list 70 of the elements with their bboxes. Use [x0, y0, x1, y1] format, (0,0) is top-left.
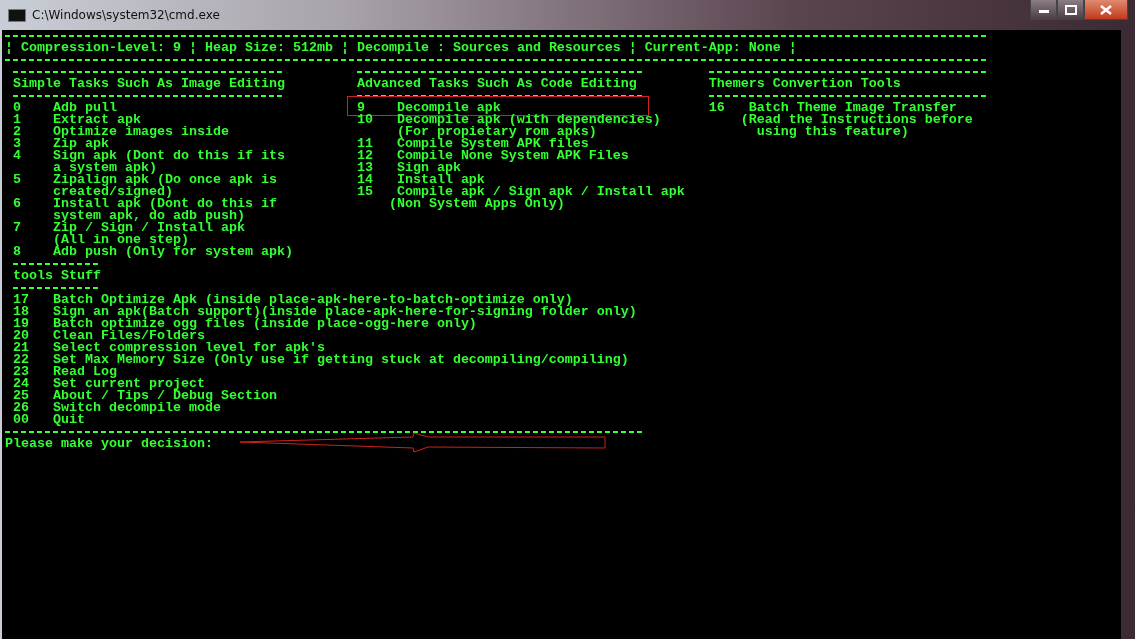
- option-number: 20: [13, 330, 30, 342]
- option-label: Select compression level for apk's: [52, 342, 325, 354]
- option-label: Compile System APK files: [396, 138, 589, 150]
- option-label: Optimize images inside: [52, 126, 229, 138]
- close-icon: [1100, 4, 1112, 15]
- maximize-button[interactable]: [1057, 0, 1084, 20]
- option-label: Set current project: [52, 378, 205, 390]
- console-icon: [8, 8, 26, 22]
- option-number: 8: [13, 246, 22, 258]
- option-label: Sign apk (Dont do this if its: [52, 150, 285, 162]
- minimize-button[interactable]: [1030, 0, 1057, 20]
- prompt-text: Please make your decision:: [5, 438, 213, 450]
- option-number: 19: [13, 318, 30, 330]
- section-title: Simple Tasks Such As Image Editing: [13, 76, 285, 91]
- option-label: Zipalign apk (Do once apk is: [52, 174, 277, 186]
- option-label: Batch Theme Image Transfer: [748, 102, 957, 114]
- option-number: 0: [13, 102, 22, 114]
- maximize-icon: [1064, 4, 1077, 15]
- option-label: Sign an apk(Batch support)(inside place-apk-here-for-signing folder only): [52, 306, 637, 318]
- option-label: Quit: [52, 414, 85, 426]
- option-label: Extract apk: [52, 114, 141, 126]
- option-label: Compile None System APK Files: [396, 150, 629, 162]
- option-label: Batch Optimize Apk (inside place-apk-here-to-batch-optimize only): [52, 294, 573, 306]
- option-label: Set Max Memory Size (Only use if getting stuck at decompiling/compiling): [52, 354, 629, 366]
- option-number: 12: [356, 150, 374, 162]
- option-label: Compile apk / Sign apk / Install apk: [396, 186, 685, 198]
- option-number: 4: [13, 150, 22, 162]
- option-label: Switch decompile mode: [52, 402, 221, 414]
- option-label: Decompile apk: [396, 102, 501, 114]
- section-title: Advanced Tasks Such As Code Editing: [356, 76, 637, 91]
- option-label: Install apk (Dont do this if: [52, 198, 277, 210]
- option-number: 00: [13, 414, 30, 426]
- option-number: 18: [13, 306, 30, 318]
- close-button[interactable]: [1084, 0, 1128, 20]
- option-label: Clean Files/Folders: [52, 330, 205, 342]
- option-number: 10: [356, 114, 374, 126]
- option-number: 26: [13, 402, 30, 414]
- option-number: 11: [356, 138, 374, 150]
- status-line: ¦ Compression-Level: 9 ¦ Heap Size: 512mb ¦ Decompile : Sources and Resources ¦ Current-App: None ¦: [5, 40, 797, 55]
- option-number: 6: [13, 198, 22, 210]
- option-label: Adb push (Only for system apk): [52, 246, 293, 258]
- option-number: 14: [356, 174, 374, 186]
- option-label: Sign apk: [396, 162, 461, 174]
- section-title: Themers Convertion Tools: [708, 76, 901, 91]
- option-label: Adb pull: [52, 102, 117, 114]
- window-title: C:\Windows\system32\cmd.exe: [32, 8, 220, 22]
- option-number: 22: [13, 354, 30, 366]
- option-number: 5: [13, 174, 22, 186]
- option-number: 3: [13, 138, 22, 150]
- option-number: 16: [708, 102, 726, 114]
- option-number: 2: [13, 126, 22, 138]
- option-label: About / Tips / Debug Section: [52, 390, 277, 402]
- option-number: 1: [13, 114, 22, 126]
- option-number: 23: [13, 366, 30, 378]
- section-title: tools Stuff: [13, 268, 101, 283]
- option-label: Read Log: [52, 366, 117, 378]
- option-label: Zip / Sign / Install apk: [52, 222, 245, 234]
- option-label: Install apk: [396, 174, 485, 186]
- option-number: 9: [356, 102, 365, 114]
- option-label: Zip apk: [52, 138, 109, 150]
- option-label: Decompile apk (with dependencies): [396, 114, 661, 126]
- option-note: using this feature): [756, 124, 909, 139]
- option-number: 13: [356, 162, 374, 174]
- option-number: 7: [13, 222, 22, 234]
- option-number: 21: [13, 342, 30, 354]
- option-number: 15: [356, 186, 374, 198]
- option-label: Batch optimize ogg files (inside place-ogg-here only): [52, 318, 477, 330]
- option-number: 24: [13, 378, 30, 390]
- option-number: 25: [13, 390, 30, 402]
- option-number: 17: [13, 294, 30, 306]
